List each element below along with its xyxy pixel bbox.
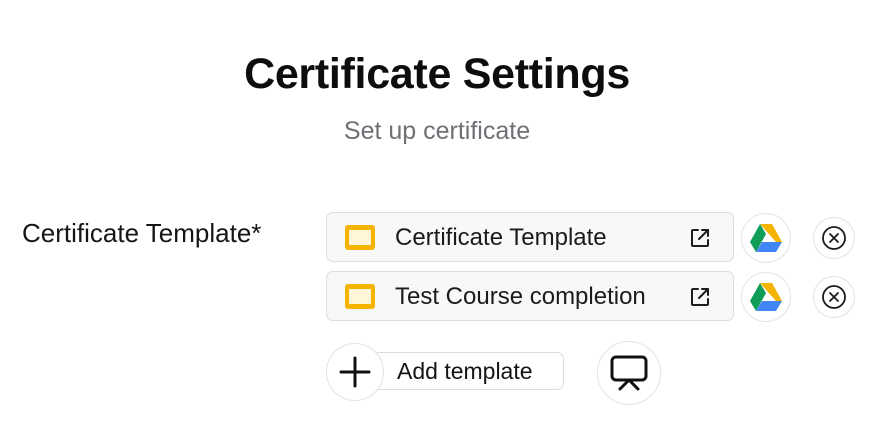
close-circle-icon bbox=[822, 285, 846, 309]
plus-icon bbox=[339, 356, 371, 388]
remove-template-button[interactable] bbox=[813, 276, 855, 318]
slides-icon bbox=[345, 284, 375, 309]
external-link-icon[interactable] bbox=[689, 227, 711, 249]
google-drive-icon bbox=[750, 283, 782, 311]
template-name: Certificate Template bbox=[395, 224, 607, 251]
slides-icon bbox=[345, 225, 375, 250]
remove-template-button[interactable] bbox=[813, 217, 855, 259]
google-drive-icon bbox=[750, 224, 782, 252]
external-link-icon[interactable] bbox=[689, 286, 711, 308]
certificate-settings-page: Certificate Settings Set up certificate … bbox=[0, 0, 874, 431]
google-drive-button[interactable] bbox=[741, 272, 791, 322]
page-title: Certificate Settings bbox=[244, 50, 630, 98]
page-subtitle: Set up certificate bbox=[343, 117, 531, 145]
add-template-button[interactable]: Add template bbox=[372, 352, 564, 390]
presentation-button[interactable] bbox=[597, 341, 661, 405]
presentation-icon bbox=[610, 355, 648, 391]
template-item[interactable]: Certificate Template bbox=[326, 212, 734, 262]
template-item[interactable]: Test Course completion bbox=[326, 271, 734, 321]
template-name: Test Course completion bbox=[395, 283, 646, 310]
close-circle-icon bbox=[822, 226, 846, 250]
certificate-template-label: Certificate Template* bbox=[22, 218, 262, 248]
google-drive-button[interactable] bbox=[741, 213, 791, 263]
add-template-plus-button[interactable] bbox=[326, 343, 384, 401]
